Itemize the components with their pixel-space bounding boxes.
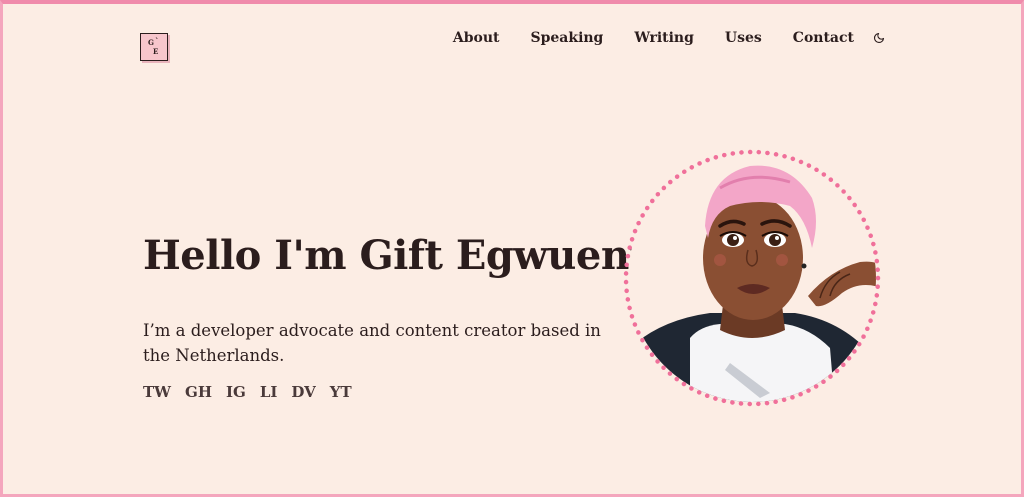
moon-icon[interactable]: [872, 31, 886, 45]
logo-accent: `: [155, 36, 159, 46]
hero-title: Hello I'm Gift Egwuenu: [143, 232, 659, 279]
avatar-illustration: [620, 148, 884, 408]
logo-letter-g: G: [148, 38, 154, 47]
social-links: TW GH IG LI DV YT: [143, 383, 366, 401]
logo-letter-e: E: [153, 47, 159, 56]
nav-contact[interactable]: Contact: [793, 30, 854, 46]
hero-description: I’m a developer advocate and content cre…: [143, 321, 601, 365]
social-link-instagram[interactable]: IG: [226, 383, 246, 401]
social-link-github[interactable]: GH: [185, 383, 212, 401]
site-logo[interactable]: G ` E: [140, 33, 168, 61]
main-nav: About Speaking Writing Uses Contact: [422, 30, 886, 46]
nav-about[interactable]: About: [453, 30, 500, 46]
nav-speaking[interactable]: Speaking: [530, 30, 603, 46]
social-link-linkedin[interactable]: LI: [260, 383, 278, 401]
social-link-dev[interactable]: DV: [291, 383, 315, 401]
nav-writing[interactable]: Writing: [634, 30, 694, 46]
social-link-youtube[interactable]: YT: [330, 383, 352, 401]
nav-uses[interactable]: Uses: [725, 30, 762, 46]
social-link-twitter[interactable]: TW: [143, 383, 171, 401]
